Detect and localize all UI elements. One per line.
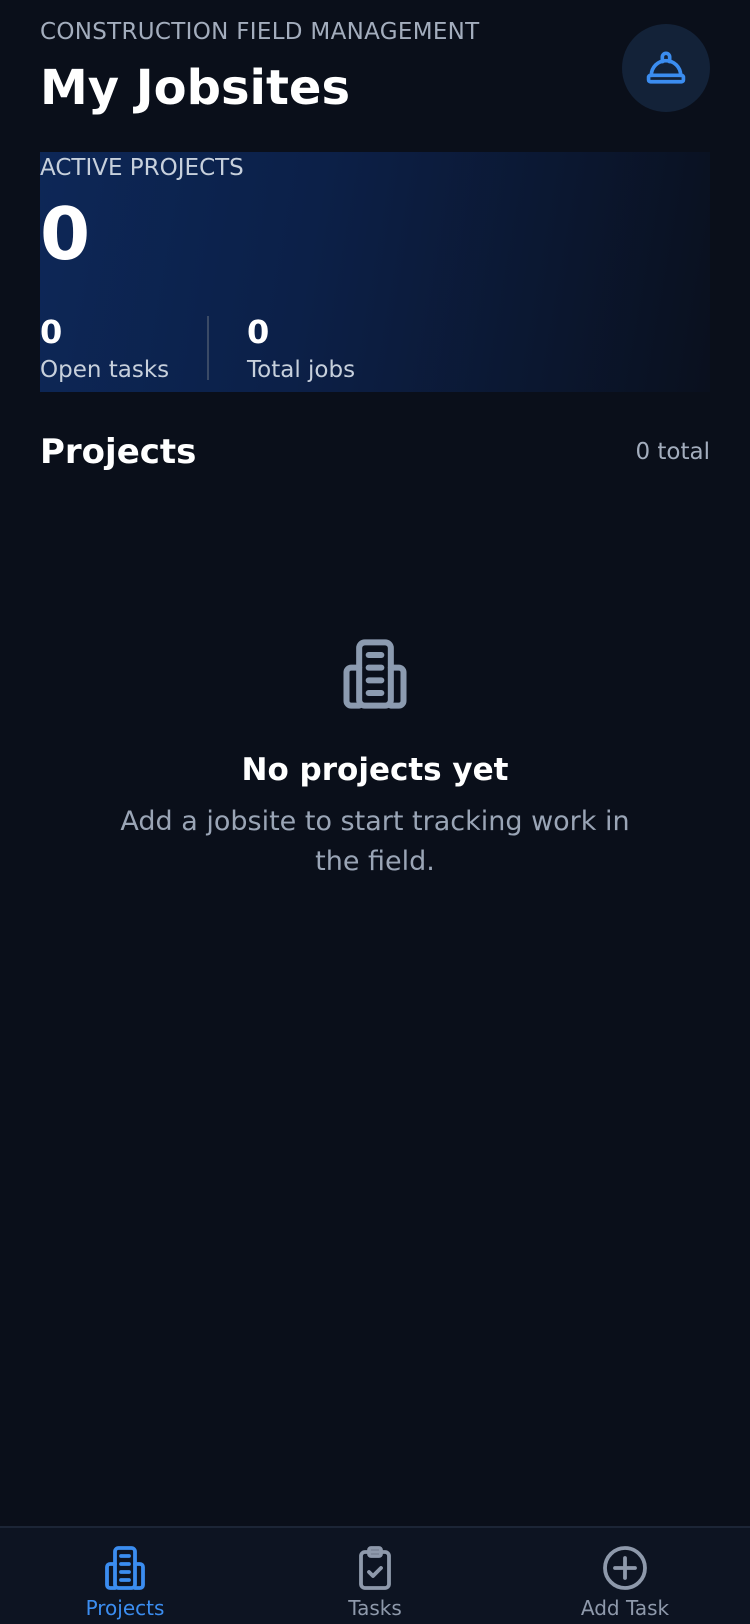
page-title: My Jobsites [40,60,351,116]
total-jobs-stat: 0 Total jobs [247,314,355,384]
hard-hat-icon [646,51,686,84]
plus-circle-icon [603,1546,647,1590]
tab-add-task-label: Add Task [580,1596,670,1620]
building-icon [105,1546,145,1590]
app-eyebrow: CONSTRUCTION FIELD MANAGEMENT [40,19,480,45]
projects-count: 0 total [635,439,710,465]
projects-section-title: Projects [40,432,197,472]
open-tasks-label: Open tasks [40,357,170,383]
tab-add-task[interactable]: Add Task [500,1528,750,1624]
open-tasks-stat: 0 Open tasks [40,314,169,384]
total-jobs-label: Total jobs [247,357,356,383]
profile-button[interactable] [622,24,710,112]
empty-state: No projects yet Add a jobsite to start t… [0,636,750,882]
empty-state-message: Add a jobsite to start tracking work in … [120,806,630,877]
stats-card: ACTIVE PROJECTS 0 0 Open tasks 0 Total j… [40,152,710,392]
stat-divider [207,316,209,380]
total-jobs-value: 0 [247,313,270,351]
tab-projects[interactable]: Projects [0,1528,250,1624]
header: CONSTRUCTION FIELD MANAGEMENT My Jobsite… [40,18,710,114]
tab-tasks-label: Tasks [348,1596,402,1620]
active-projects-label: ACTIVE PROJECTS [40,155,244,181]
tab-tasks[interactable]: Tasks [250,1528,500,1624]
tab-projects-label: Projects [85,1596,165,1620]
app-screen: CONSTRUCTION FIELD MANAGEMENT My Jobsite… [0,0,750,1624]
clipboard-check-icon [359,1546,391,1590]
building-icon [343,639,407,709]
empty-state-title: No projects yet [241,752,509,788]
active-projects-count: 0 [40,192,91,276]
bottom-tab-bar: Projects Tasks Add Task [0,1526,750,1624]
open-tasks-value: 0 [40,313,63,351]
